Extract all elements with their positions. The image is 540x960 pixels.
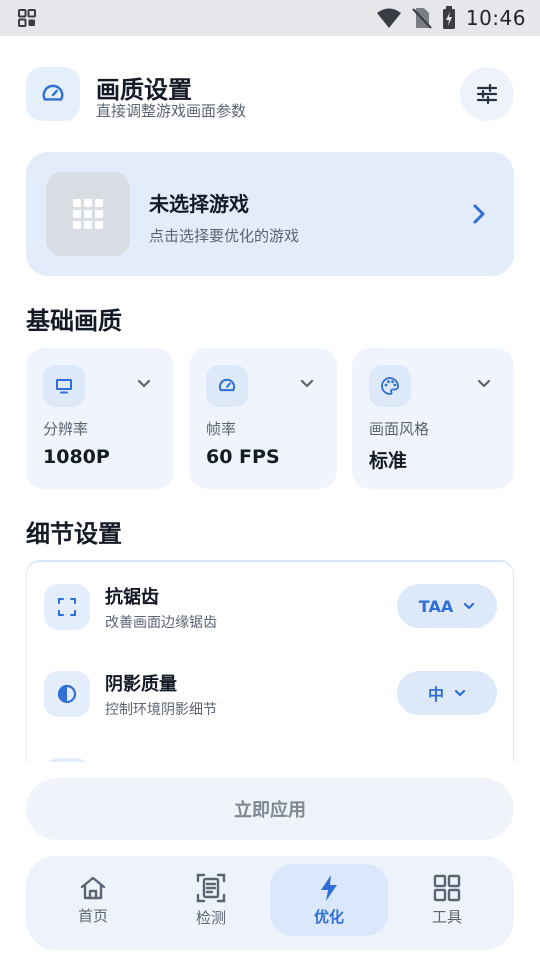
sliders-icon <box>476 83 498 105</box>
list-item-partial <box>27 736 513 762</box>
resolution-label: 分辨率 <box>43 420 89 438</box>
grid-icon <box>433 874 461 901</box>
antialiasing-title: 抗锯齿 <box>105 587 159 608</box>
bottom-navigation: 首页 检测 优化 工具 <box>26 856 514 950</box>
setting-icon <box>44 758 90 762</box>
nav-item-scan[interactable]: 检测 <box>152 864 270 936</box>
chevron-down-icon <box>477 379 491 388</box>
section-title-basic: 基础画质 <box>26 307 122 335</box>
palette-icon <box>369 365 411 407</box>
list-item-antialiasing: 抗锯齿 改善画面边缘锯齿 TAA <box>27 562 513 650</box>
nav-item-home[interactable]: 首页 <box>34 864 152 936</box>
shadow-quality-title: 阴影质量 <box>105 674 177 695</box>
nav-label-optimize: 优化 <box>313 907 344 926</box>
chevron-down-icon <box>454 689 466 696</box>
antialiasing-subtitle: 改善画面边缘锯齿 <box>105 615 217 631</box>
nav-label-tools: 工具 <box>431 907 462 926</box>
game-card-subtitle: 点击选择要优化的游戏 <box>149 227 300 245</box>
battery-charging-icon <box>442 6 455 29</box>
scan-icon <box>196 873 226 902</box>
style-label: 画面风格 <box>369 420 430 438</box>
nav-item-optimize[interactable]: 优化 <box>270 864 388 936</box>
page-header: 画质设置 直接调整游戏画面参数 <box>26 66 514 124</box>
framerate-label: 帧率 <box>206 420 237 438</box>
chevron-down-icon <box>464 602 475 609</box>
nav-label-scan: 检测 <box>195 908 226 927</box>
list-item-shadow-quality: 阴影质量 控制环境阴影细节 中 <box>27 649 513 737</box>
apps-grid-icon <box>73 199 103 229</box>
resolution-value: 1080P <box>43 446 110 468</box>
section-title-detail: 细节设置 <box>26 520 122 548</box>
chevron-right-icon <box>473 204 485 224</box>
no-sim-icon <box>412 8 432 29</box>
bolt-icon <box>321 874 337 901</box>
nav-item-tools[interactable]: 工具 <box>388 864 506 936</box>
detail-settings-list[interactable]: 抗锯齿 改善画面边缘锯齿 TAA 阴影质量 控制环境阴影细节 中 <box>26 560 514 762</box>
chevron-down-icon <box>300 379 314 388</box>
wifi-icon <box>376 8 401 28</box>
contrast-icon <box>44 671 90 717</box>
game-placeholder-thumbnail <box>46 172 130 256</box>
status-bar: 10:46 <box>0 0 540 36</box>
speedometer-icon <box>206 365 248 407</box>
framerate-value: 60 FPS <box>206 446 280 468</box>
speedometer-icon <box>26 67 80 121</box>
nav-label-home: 首页 <box>77 906 108 925</box>
resolution-selector[interactable]: 分辨率 1080P <box>26 348 174 489</box>
tune-settings-button[interactable] <box>460 67 514 121</box>
chevron-down-icon <box>137 379 151 388</box>
status-time: 10:46 <box>465 6 526 30</box>
home-icon <box>80 876 106 899</box>
apply-button[interactable]: 立即应用 <box>26 778 514 840</box>
monitor-icon <box>43 365 85 407</box>
game-card-title: 未选择游戏 <box>149 192 249 216</box>
select-game-card[interactable]: 未选择游戏 点击选择要优化的游戏 <box>26 152 514 276</box>
antialiasing-value: TAA <box>418 596 454 616</box>
shadow-quality-value: 中 <box>427 685 444 704</box>
page-subtitle: 直接调整游戏画面参数 <box>96 102 247 120</box>
fullscreen-icon <box>44 584 90 630</box>
shadow-quality-dropdown[interactable]: 中 <box>397 671 497 715</box>
shadow-quality-subtitle: 控制环境阴影细节 <box>105 702 217 718</box>
framerate-selector[interactable]: 帧率 60 FPS <box>189 348 337 489</box>
style-selector[interactable]: 画面风格 标准 <box>352 348 514 489</box>
style-value: 标准 <box>369 450 408 472</box>
antialiasing-dropdown[interactable]: TAA <box>397 584 497 628</box>
app-grid-icon <box>18 9 36 27</box>
